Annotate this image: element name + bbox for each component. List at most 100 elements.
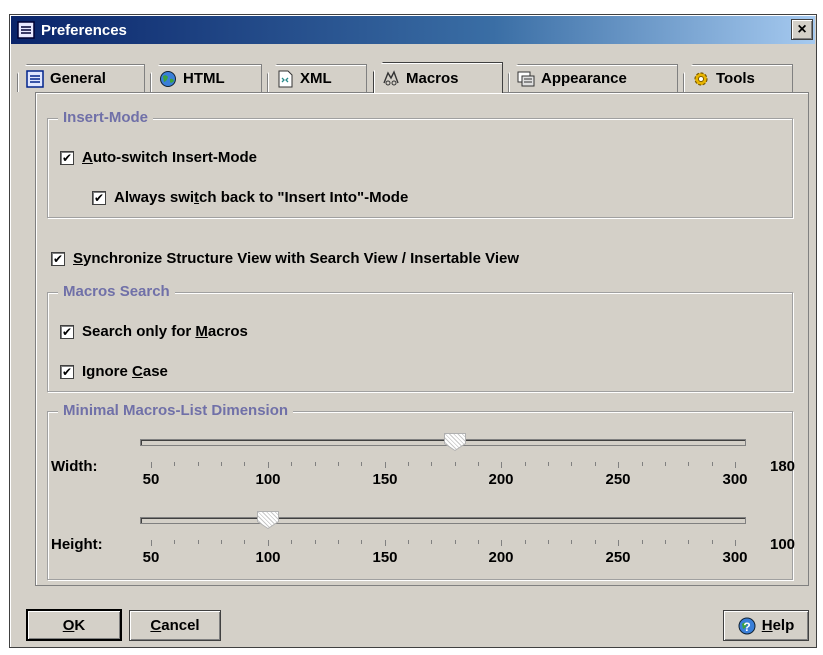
slider-tick bbox=[501, 462, 502, 468]
checkbox-label: Ignore Case bbox=[82, 363, 168, 380]
tab-xml[interactable]: XML bbox=[267, 64, 367, 92]
tab-label: XML bbox=[300, 70, 332, 87]
list-icon bbox=[26, 69, 44, 88]
slider-scale-label: 50 bbox=[142, 549, 160, 566]
ok-button[interactable]: OK bbox=[26, 609, 122, 641]
width-slider-thumb[interactable] bbox=[444, 433, 466, 451]
slider-tick bbox=[174, 462, 175, 466]
appearance-icon bbox=[517, 70, 535, 88]
slider-tick bbox=[174, 540, 175, 544]
slider-tick bbox=[244, 540, 245, 544]
slider-tick bbox=[548, 540, 549, 544]
tab-html[interactable]: HTML bbox=[150, 64, 262, 92]
slider-tick bbox=[712, 540, 713, 544]
tab-bar: General HTML XML Macros Appearance Tools bbox=[17, 62, 807, 93]
height-label: Height: bbox=[51, 536, 103, 553]
slider-tick bbox=[408, 462, 409, 466]
insert-mode-group: Insert-Mode ✔ Auto-switch Insert-Mode ✔ … bbox=[47, 109, 793, 218]
dimension-group: Minimal Macros-List Dimension Width: 180… bbox=[47, 402, 796, 580]
slider-tick bbox=[338, 540, 339, 544]
slider-tick bbox=[315, 540, 316, 544]
checkbox-label: Always switch back to "Insert Into"-Mode bbox=[114, 189, 409, 206]
globe-icon bbox=[159, 70, 177, 88]
slider-tick bbox=[408, 540, 409, 544]
slider-tick bbox=[221, 540, 222, 544]
tab-label: Appearance bbox=[541, 70, 627, 87]
close-button[interactable]: × bbox=[791, 19, 813, 40]
slider-tick bbox=[244, 462, 245, 466]
tab-label: HTML bbox=[183, 70, 225, 87]
slider-tick bbox=[642, 462, 643, 466]
window-title: Preferences bbox=[41, 21, 127, 39]
slider-tick bbox=[455, 540, 456, 544]
slider-tick bbox=[431, 540, 432, 544]
tab-appearance[interactable]: Appearance bbox=[508, 64, 678, 92]
macros-panel: Insert-Mode ✔ Auto-switch Insert-Mode ✔ … bbox=[35, 92, 809, 586]
slider-tick bbox=[291, 540, 292, 544]
slider-tick bbox=[665, 462, 666, 466]
checkbox-check-icon: ✔ bbox=[92, 190, 106, 205]
height-value: 100 bbox=[770, 536, 796, 553]
macros-icon bbox=[382, 69, 400, 87]
ignore-case-checkbox[interactable]: ✔ Ignore Case bbox=[60, 363, 168, 380]
slider-tick bbox=[338, 462, 339, 466]
tab-general[interactable]: General bbox=[17, 64, 145, 92]
macros-search-title: Macros Search bbox=[58, 283, 175, 300]
cancel-label: Cancel bbox=[150, 617, 200, 634]
help-label: Help bbox=[761, 617, 795, 634]
tab-tools[interactable]: Tools bbox=[683, 64, 793, 92]
slider-tick bbox=[525, 462, 526, 466]
slider-tick bbox=[618, 540, 619, 546]
tab-label: Macros bbox=[406, 69, 459, 87]
slider-tick bbox=[571, 540, 572, 544]
slider-tick bbox=[618, 462, 619, 468]
svg-text:?: ? bbox=[743, 620, 750, 634]
slider-tick bbox=[548, 462, 549, 466]
insert-mode-title: Insert-Mode bbox=[58, 109, 154, 126]
cancel-button[interactable]: Cancel bbox=[129, 610, 221, 641]
slider-tick bbox=[478, 540, 479, 544]
tab-macros[interactable]: Macros bbox=[373, 62, 503, 93]
slider-scale-label: 200 bbox=[488, 471, 514, 488]
checkbox-label: Synchronize Structure View with Search V… bbox=[73, 250, 520, 267]
slider-tick bbox=[571, 462, 572, 466]
height-slider-track[interactable] bbox=[140, 517, 746, 524]
slider-tick bbox=[361, 540, 362, 544]
slider-tick bbox=[268, 462, 269, 468]
slider-tick bbox=[291, 462, 292, 466]
help-button[interactable]: ? Help bbox=[723, 610, 809, 641]
checkbox-check-icon: ✔ bbox=[51, 251, 65, 266]
slider-scale-label: 250 bbox=[605, 549, 631, 566]
slider-tick bbox=[712, 462, 713, 466]
slider-tick bbox=[151, 540, 152, 546]
slider-tick bbox=[198, 462, 199, 466]
slider-tick bbox=[501, 540, 502, 546]
tab-label: Tools bbox=[716, 70, 755, 87]
slider-scale-label: 150 bbox=[372, 549, 398, 566]
slider-tick bbox=[198, 540, 199, 544]
checkbox-check-icon: ✔ bbox=[60, 364, 74, 379]
slider-tick bbox=[455, 462, 456, 466]
synchronize-checkbox[interactable]: ✔ Synchronize Structure View with Search… bbox=[51, 250, 519, 267]
slider-tick bbox=[735, 540, 736, 546]
auto-switch-checkbox[interactable]: ✔ Auto-switch Insert-Mode bbox=[60, 149, 257, 166]
slider-tick bbox=[735, 462, 736, 468]
checkbox-label: Search only for Macros bbox=[82, 323, 248, 340]
search-only-macros-checkbox[interactable]: ✔ Search only for Macros bbox=[60, 323, 248, 340]
help-icon: ? bbox=[738, 617, 756, 635]
title-bar[interactable]: Preferences × bbox=[11, 16, 815, 44]
window-list-icon bbox=[17, 21, 35, 39]
slider-scale-label: 100 bbox=[255, 471, 281, 488]
slider-tick bbox=[642, 540, 643, 544]
checkbox-label: Auto-switch Insert-Mode bbox=[82, 149, 258, 166]
slider-scale-label: 300 bbox=[722, 471, 748, 488]
slider-tick bbox=[688, 540, 689, 544]
preferences-dialog: Preferences × General HTML XML Macros Ap… bbox=[9, 14, 817, 648]
height-slider-thumb[interactable] bbox=[257, 511, 279, 529]
width-slider-track[interactable] bbox=[140, 439, 746, 446]
slider-scale-label: 300 bbox=[722, 549, 748, 566]
always-switch-back-checkbox[interactable]: ✔ Always switch back to "Insert Into"-Mo… bbox=[92, 189, 408, 206]
slider-tick bbox=[688, 462, 689, 466]
gear-icon bbox=[692, 70, 710, 88]
slider-tick bbox=[385, 462, 386, 468]
